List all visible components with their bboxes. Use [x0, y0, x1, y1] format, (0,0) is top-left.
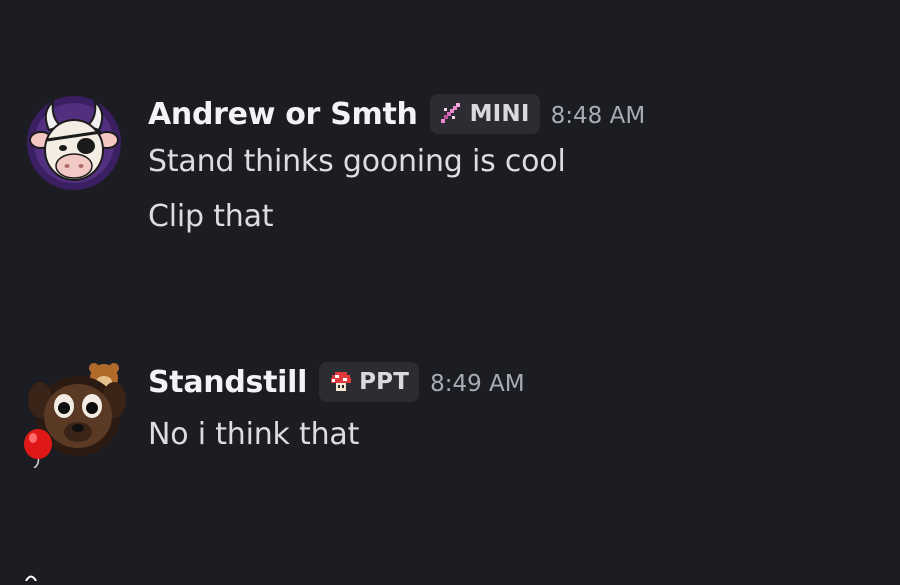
message-group: Standstill PPT 8:49 AM No i think that: [0, 360, 900, 480]
timestamp[interactable]: 8:49 AM: [430, 367, 525, 397]
role-badge[interactable]: MINI: [429, 94, 540, 134]
cow-pirate-avatar-icon: [27, 96, 121, 190]
username[interactable]: Andrew or Smth: [148, 97, 418, 132]
message-group: Andrew or Smth MINI 8:48 AM Stand thinks…: [0, 92, 900, 252]
role-label: PPT: [359, 369, 410, 395]
chat-message-list: Andrew or Smth MINI 8:48 AM Stand thinks…: [0, 0, 900, 582]
role-label: MINI: [469, 101, 530, 127]
role-badge[interactable]: PPT: [319, 362, 420, 402]
dog-balloon-avatar-icon: [24, 363, 126, 468]
message-header: Andrew or Smth MINI 8:48 AM: [148, 92, 645, 136]
message-text: Clip that: [148, 199, 274, 234]
username[interactable]: Standstill: [148, 365, 307, 400]
message-text: No i think that: [148, 417, 360, 452]
avatar[interactable]: [27, 96, 121, 190]
message-text: Stand thinks gooning is cool: [148, 144, 566, 179]
timestamp[interactable]: 8:48 AM: [551, 99, 646, 129]
message-header: Standstill PPT 8:49 AM: [148, 360, 525, 404]
partial-avatar-edge: [24, 566, 38, 582]
sword-icon: [438, 100, 466, 128]
mushroom-icon: [327, 368, 355, 396]
avatar[interactable]: [18, 360, 130, 468]
